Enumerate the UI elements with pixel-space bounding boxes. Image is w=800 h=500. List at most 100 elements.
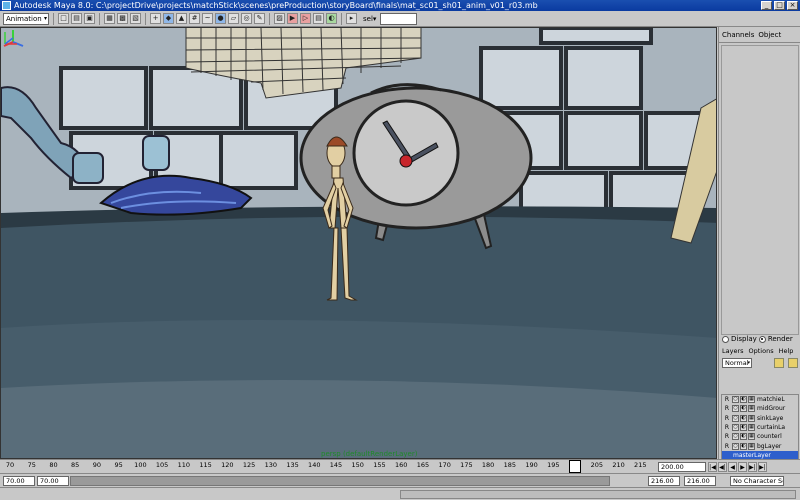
render-flags-icon[interactable]: ▦ <box>748 396 755 404</box>
channel-box-body[interactable] <box>721 45 799 335</box>
layer-row[interactable]: R ○ ◐ ▦ counterl <box>722 432 798 441</box>
visibility-icon[interactable]: ○ <box>732 414 739 422</box>
lock-selection-icon[interactable]: ◆ <box>163 13 174 24</box>
play-backwards-button[interactable]: ◀ <box>728 462 737 472</box>
snap-grid-icon[interactable]: # <box>189 13 200 24</box>
step-forward-key-button[interactable]: ▶| <box>748 462 757 472</box>
minimize-button[interactable]: _ <box>761 1 772 10</box>
menu-set-dropdown[interactable]: Animation ▾ <box>3 12 49 25</box>
render-icon[interactable]: ▶ <box>287 13 298 24</box>
time-tick-label: 180 <box>481 461 495 469</box>
renderable-toggle[interactable]: R <box>723 443 731 450</box>
visibility-icon[interactable]: ○ <box>732 433 739 441</box>
input-field-mode-icon[interactable]: ▸ <box>346 13 357 24</box>
scene-render <box>1 28 716 458</box>
end-time-field[interactable]: 216.00 <box>684 476 716 486</box>
attributes-icon[interactable]: ◐ <box>740 405 747 413</box>
select-component-icon[interactable]: ▧ <box>130 13 141 24</box>
ipr-icon[interactable]: ▷ <box>300 13 311 24</box>
playback-start-field[interactable]: 70.00 <box>37 476 69 486</box>
go-to-start-button[interactable]: |◀ <box>708 462 717 472</box>
render-radio[interactable] <box>758 335 766 343</box>
attributes-icon[interactable]: ◐ <box>740 414 747 422</box>
visibility-icon[interactable]: ○ <box>732 424 739 432</box>
title-bar: Autodesk Maya 8.0: C:\projectDrive\proje… <box>0 0 800 11</box>
render-radio-label: Render <box>767 335 793 343</box>
time-tick-label: 215 <box>634 461 647 469</box>
render-flags-icon[interactable]: ▦ <box>748 424 755 432</box>
time-tick-label: 150 <box>351 461 364 469</box>
history-icon[interactable]: ✎ <box>254 13 265 24</box>
attributes-icon[interactable]: ◐ <box>740 396 747 404</box>
render-flags-icon[interactable]: ▦ <box>748 405 755 413</box>
construction-history-icon[interactable]: ▨ <box>274 13 285 24</box>
tab-object[interactable]: Object <box>758 31 781 39</box>
layer-row[interactable]: R ○ ◐ ▦ sinkLaye <box>722 414 798 423</box>
snap-plane-icon[interactable]: ▱ <box>228 13 239 24</box>
go-to-end-button[interactable]: ▶| <box>758 462 767 472</box>
save-scene-icon[interactable]: ▣ <box>84 13 95 24</box>
attributes-icon[interactable]: ◐ <box>740 442 747 450</box>
render-flags-icon[interactable]: ▦ <box>748 433 755 441</box>
step-back-key-button[interactable]: ◀| <box>718 462 727 472</box>
render-flags-icon[interactable]: ▦ <box>748 414 755 422</box>
display-radio[interactable] <box>722 335 729 343</box>
menu-options[interactable]: Options <box>749 347 774 355</box>
start-time-field[interactable]: 70.00 <box>3 476 35 486</box>
character-set-dropdown[interactable]: No Character Set <box>730 476 784 486</box>
current-time-field[interactable]: 200.00 <box>658 462 706 472</box>
renderable-toggle[interactable]: R <box>723 433 731 440</box>
layer-name: sinkLaye <box>757 414 784 422</box>
snap-curve-icon[interactable]: ~ <box>202 13 213 24</box>
perspective-viewport[interactable]: persp (defaultRenderLayer) <box>0 27 717 459</box>
visibility-icon[interactable]: ○ <box>732 405 739 413</box>
renderable-toggle[interactable]: R <box>723 405 731 412</box>
quick-selection-field[interactable] <box>380 12 418 25</box>
render-flags-icon[interactable]: ▦ <box>748 442 755 450</box>
layer-row[interactable]: R ○ ◐ ▦ bgLayer <box>722 441 798 450</box>
menu-help[interactable]: Help <box>779 347 794 355</box>
pick-mask-icon[interactable]: + <box>150 13 161 24</box>
time-slider[interactable]: 70 75 80 85 90 95 100 105 110 115 120 125 130 135 140 1… <box>0 459 800 473</box>
layer-row[interactable]: R ○ ◐ ▦ matchieL <box>722 395 798 404</box>
play-forwards-button[interactable]: ▶ <box>738 462 747 472</box>
hypershade-icon[interactable]: ◐ <box>326 13 337 24</box>
maximize-button[interactable]: □ <box>774 1 785 10</box>
chevron-down-icon: ▾ <box>43 14 47 22</box>
renderable-toggle[interactable]: R <box>723 415 731 422</box>
attributes-icon[interactable]: ◐ <box>740 433 747 441</box>
layer-row[interactable]: R ○ ◐ ▦ curtainLa <box>722 423 798 432</box>
status-line-toolbar: Animation ▾ □ ▤ ▣ ▦ ▩ ▧ + ◆ ▲ # ~ ● ▱ ◎ … <box>0 11 800 27</box>
tab-channels[interactable]: Channels <box>722 31 754 39</box>
right-panel: Channels Object Display Render Layers Op… <box>718 27 800 474</box>
blend-mode-dropdown[interactable]: Normal ▾ <box>722 358 752 368</box>
playback-end-field[interactable]: 216.00 <box>648 476 680 486</box>
attributes-icon[interactable]: ◐ <box>740 424 747 432</box>
time-tick-label: 145 <box>329 461 343 469</box>
new-scene-icon[interactable]: □ <box>58 13 69 24</box>
snap-point-icon[interactable]: ● <box>215 13 226 24</box>
create-layer-icon[interactable] <box>774 358 784 368</box>
renderable-toggle[interactable]: R <box>723 396 731 403</box>
visibility-icon[interactable]: ○ <box>732 396 739 404</box>
quick-selection-label[interactable]: sel▾ <box>363 15 376 23</box>
visibility-icon[interactable]: ○ <box>732 442 739 450</box>
current-frame-marker[interactable] <box>569 460 582 473</box>
render-settings-icon[interactable]: ▤ <box>313 13 324 24</box>
open-scene-icon[interactable]: ▤ <box>71 13 82 24</box>
create-layer-selected-icon[interactable] <box>788 358 798 368</box>
make-live-icon[interactable]: ◎ <box>241 13 252 24</box>
toolbar-divider <box>341 12 342 25</box>
renderable-toggle[interactable]: R <box>723 424 731 431</box>
layer-row[interactable]: R ○ ◐ ▦ midGrour <box>722 404 798 413</box>
select-hierarchy-icon[interactable]: ▦ <box>104 13 115 24</box>
select-object-icon[interactable]: ▩ <box>117 13 128 24</box>
close-button[interactable]: × <box>787 1 798 10</box>
time-tick-label: 110 <box>177 461 191 469</box>
menu-layers[interactable]: Layers <box>722 347 744 355</box>
axis-indicator-icon <box>4 32 17 45</box>
range-slider-bar[interactable] <box>70 476 610 486</box>
select-mask-icon[interactable]: ▲ <box>176 13 187 24</box>
playback-controls: |◀ ◀| ◀ ▶ ▶| ▶| <box>708 462 767 472</box>
range-slider-thumb[interactable] <box>71 477 609 485</box>
